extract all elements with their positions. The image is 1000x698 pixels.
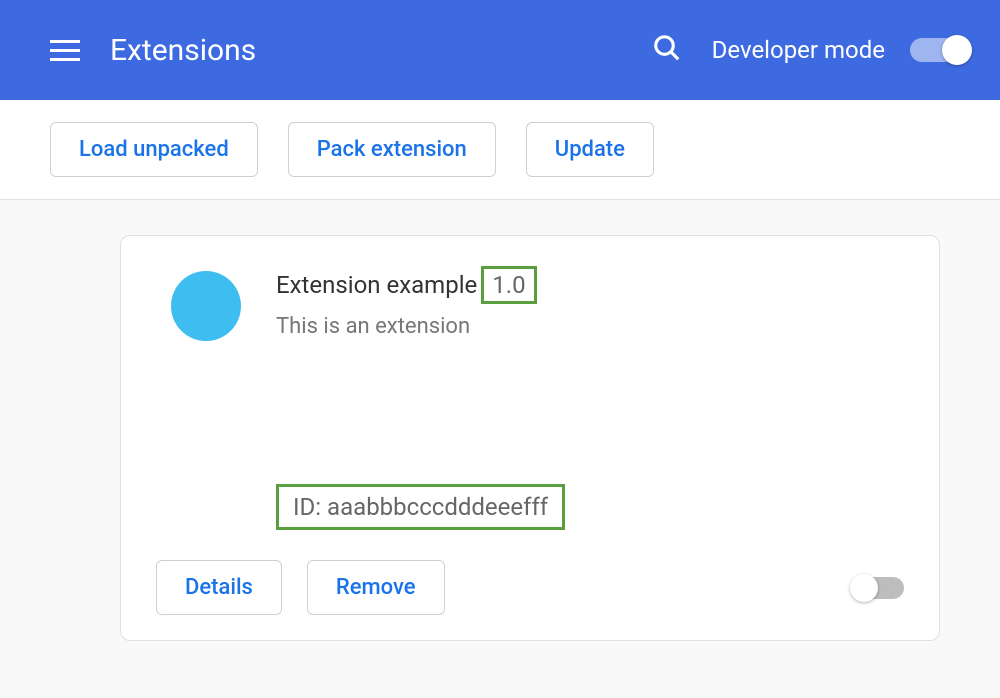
developer-mode-toggle[interactable] xyxy=(910,38,970,62)
developer-mode-label: Developer mode xyxy=(712,36,885,64)
page-title: Extensions xyxy=(110,33,652,68)
remove-button[interactable]: Remove xyxy=(307,560,445,615)
toolbar: Load unpacked Pack extension Update xyxy=(0,100,1000,200)
menu-icon[interactable] xyxy=(50,40,80,61)
search-icon[interactable] xyxy=(652,33,682,67)
extension-icon xyxy=(171,271,241,341)
details-button[interactable]: Details xyxy=(156,560,282,615)
extension-version: 1.0 xyxy=(481,266,536,304)
header: Extensions Developer mode xyxy=(0,0,1000,100)
extension-name: Extension example xyxy=(276,271,477,299)
load-unpacked-button[interactable]: Load unpacked xyxy=(50,122,258,177)
content-area: Extension example 1.0 This is an extensi… xyxy=(0,200,1000,676)
extension-card: Extension example 1.0 This is an extensi… xyxy=(120,235,940,641)
update-button[interactable]: Update xyxy=(526,122,654,177)
extension-enable-toggle[interactable] xyxy=(852,577,904,599)
extension-description: This is an extension xyxy=(276,314,904,339)
extension-id: ID: aaabbbcccdddeeefff xyxy=(276,484,565,530)
pack-extension-button[interactable]: Pack extension xyxy=(288,122,496,177)
